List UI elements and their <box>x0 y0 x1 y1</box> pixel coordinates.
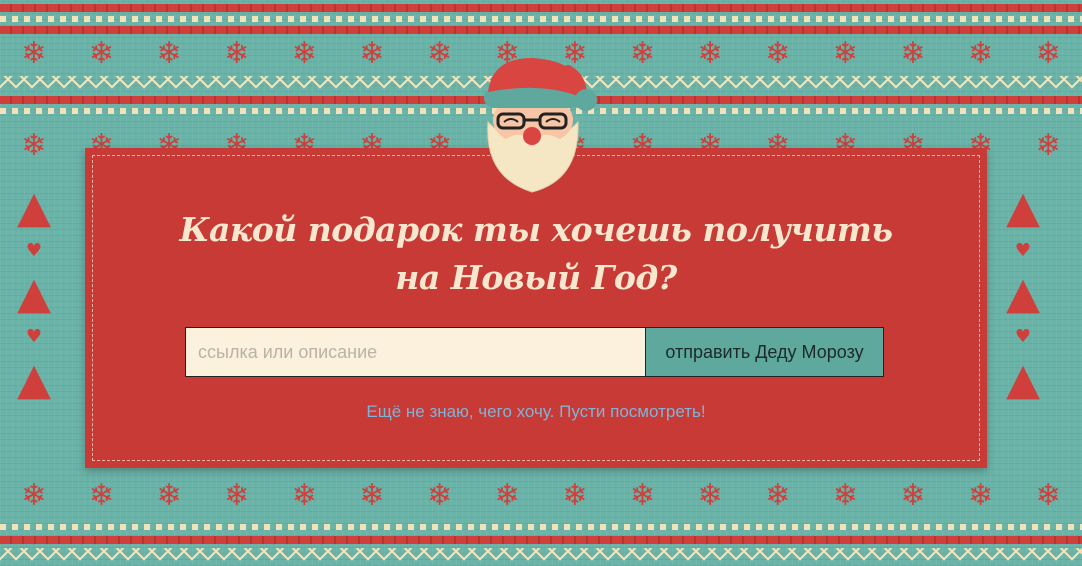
snowflake-icon: ❄ <box>1035 128 1061 163</box>
right-tree-column: ▲ ♥ ▲ ♥ ▲ <box>993 180 1053 408</box>
snowflake-icon: ❄ <box>629 36 655 71</box>
heart-icon: ♥ <box>1014 326 1032 347</box>
snowflake-icon: ❄ <box>224 478 250 513</box>
gift-input[interactable] <box>185 327 645 377</box>
snowflake-icon: ❄ <box>900 36 926 71</box>
snowflake-icon: ❄ <box>832 36 858 71</box>
snowflake-icon: ❄ <box>359 36 385 71</box>
snowflake-icon: ❄ <box>21 128 47 163</box>
page-title-line1: Какой подарок ты хочешь получить <box>179 210 893 249</box>
page-title: Какой подарок ты хочешь получить на Новы… <box>85 206 987 302</box>
tree-icon: ▲ <box>1006 268 1040 319</box>
snowflake-icon: ❄ <box>697 36 723 71</box>
snowflake-icon: ❄ <box>224 36 250 71</box>
snowflake-icon: ❄ <box>1035 36 1061 71</box>
snowflake-icon: ❄ <box>21 478 47 513</box>
snowflake-icon: ❄ <box>900 478 926 513</box>
pattern-band <box>0 4 1082 12</box>
tree-icon: ▲ <box>1006 182 1040 233</box>
heart-icon: ♥ <box>25 240 43 261</box>
snowflake-icon: ❄ <box>562 478 588 513</box>
wish-form: отправить Деду Морозу <box>185 327 884 377</box>
snowflake-icon: ❄ <box>359 478 385 513</box>
snowflake-icon: ❄ <box>494 478 520 513</box>
snowflake-icon: ❄ <box>967 36 994 71</box>
pattern-band <box>0 16 1082 22</box>
send-to-santa-button[interactable]: отправить Деду Морозу <box>645 327 884 377</box>
snowflake-row: ❄ ❄ ❄ ❄ ❄ ❄ ❄ ❄ ❄ ❄ ❄ ❄ ❄ ❄ ❄ ❄ <box>0 476 1082 516</box>
browse-link[interactable]: Ещё не знаю, чего хочу. Пусти посмотреть… <box>85 402 987 422</box>
snowflake-icon: ❄ <box>967 478 994 513</box>
snowflake-icon: ❄ <box>629 478 655 513</box>
snowflake-icon: ❄ <box>697 478 723 513</box>
page-title-line2: на Новый Год? <box>395 258 677 297</box>
snowflake-icon: ❄ <box>426 36 453 71</box>
tree-icon: ▲ <box>17 182 51 233</box>
snowflake-icon: ❄ <box>156 478 182 513</box>
snowflake-icon: ❄ <box>765 36 791 71</box>
pattern-band <box>0 524 1082 530</box>
pattern-band <box>0 536 1082 544</box>
pattern-band <box>0 548 1082 562</box>
snowflake-icon: ❄ <box>156 36 182 71</box>
heart-icon: ♥ <box>1014 240 1032 261</box>
snowflake-icon: ❄ <box>765 478 791 513</box>
tree-icon: ▲ <box>17 268 51 319</box>
snowflake-icon: ❄ <box>21 36 47 71</box>
snowflake-icon: ❄ <box>426 478 453 513</box>
snowflake-icon: ❄ <box>291 36 317 71</box>
snowflake-icon: ❄ <box>832 478 858 513</box>
tree-icon: ▲ <box>17 354 51 405</box>
left-tree-column: ▲ ♥ ▲ ♥ ▲ <box>4 180 64 408</box>
snowflake-icon: ❄ <box>1035 478 1061 513</box>
snowflake-icon: ❄ <box>88 36 114 71</box>
pattern-band <box>0 26 1082 34</box>
snowflake-icon: ❄ <box>88 478 114 513</box>
tree-icon: ▲ <box>1006 354 1040 405</box>
snowflake-icon: ❄ <box>291 478 317 513</box>
heart-icon: ♥ <box>25 326 43 347</box>
santa-avatar-icon <box>484 58 597 193</box>
